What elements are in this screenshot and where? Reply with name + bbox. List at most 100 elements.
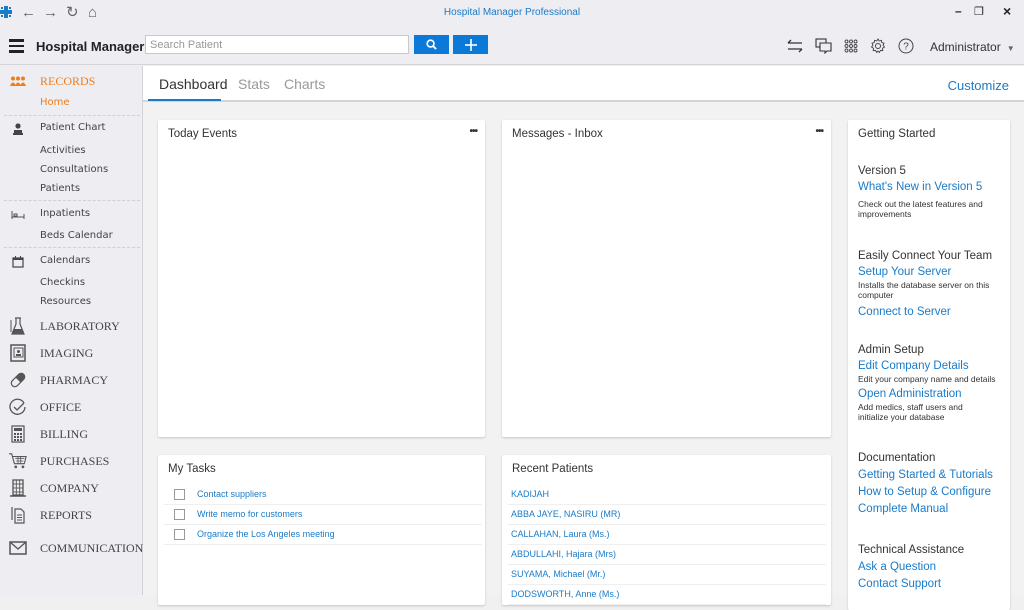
- sidebar-label: Patients: [40, 183, 81, 194]
- sidebar-item-calendars[interactable]: Calendars: [0, 253, 142, 269]
- tutorials-link[interactable]: Getting Started & Tutorials: [858, 469, 993, 481]
- open-administration-link[interactable]: Open Administration: [858, 388, 962, 400]
- task-row: Write memo for customers: [164, 505, 482, 525]
- more-options-icon[interactable]: •••: [469, 126, 477, 137]
- sidebar-item-inpatients[interactable]: Inpatients: [0, 206, 142, 222]
- task-checkbox[interactable]: [174, 529, 185, 540]
- task-link[interactable]: Write memo for customers: [197, 509, 302, 519]
- contact-support-link[interactable]: Contact Support: [858, 578, 941, 590]
- patient-link[interactable]: ABBA JAYE, NASIRU (MR): [511, 509, 620, 519]
- sidebar-item-records[interactable]: RECORDS: [0, 72, 142, 90]
- sidebar-label: Patient Chart: [40, 122, 106, 133]
- section-heading: Version 5: [858, 165, 906, 177]
- sidebar-label: Home: [40, 97, 70, 108]
- sidebar-item-home[interactable]: Home: [0, 95, 142, 111]
- setup-server-link[interactable]: Setup Your Server: [858, 266, 951, 278]
- envelope-icon: [9, 539, 27, 557]
- toolbar: Hospital Manager ? Administrator ▼: [0, 27, 1024, 65]
- gear-icon[interactable]: [869, 37, 887, 55]
- sidebar-item-resources[interactable]: Resources: [0, 294, 142, 310]
- card-title: Messages - Inbox: [512, 128, 603, 140]
- sidebar-label: Beds Calendar: [40, 230, 113, 241]
- sidebar: RECORDS Home Patient Chart Activities Co…: [0, 66, 143, 595]
- whats-new-link[interactable]: What's New in Version 5: [858, 181, 982, 193]
- patient-link[interactable]: CALLAHAN, Laura (Ms.): [511, 529, 610, 539]
- check-circle-icon: [9, 398, 27, 416]
- title-bar: ← → ↻ ⌂ Hospital Manager Professional – …: [0, 0, 1024, 27]
- task-row: Contact suppliers: [164, 485, 482, 505]
- menu-icon[interactable]: [9, 39, 24, 53]
- sidebar-item-imaging[interactable]: IMAGING: [0, 343, 142, 363]
- sidebar-item-office[interactable]: OFFICE: [0, 397, 142, 417]
- customize-link[interactable]: Customize: [948, 78, 1009, 93]
- building-icon: [9, 479, 27, 497]
- sidebar-label: BILLING: [40, 427, 88, 441]
- tab-stats[interactable]: Stats: [238, 76, 270, 92]
- today-events-card: Today Events •••: [158, 120, 485, 437]
- apps-grid-icon[interactable]: [842, 37, 860, 55]
- section-description: Installs the database server on this com…: [858, 280, 990, 300]
- patient-link[interactable]: ABDULLAHI, Hajara (Mrs): [511, 549, 616, 559]
- sidebar-label: REPORTS: [40, 508, 92, 522]
- restore-button[interactable]: ❐: [974, 4, 984, 20]
- patient-link[interactable]: DODSWORTH, Anne (Ms.): [511, 589, 619, 599]
- tab-charts[interactable]: Charts: [284, 76, 325, 92]
- getting-started-card: Getting Started Version 5 What's New in …: [848, 120, 1010, 610]
- sidebar-item-billing[interactable]: BILLING: [0, 424, 142, 444]
- card-title: Today Events: [168, 128, 238, 140]
- tab-dashboard[interactable]: Dashboard: [159, 76, 228, 92]
- patient-row: KADIJAH: [508, 485, 826, 505]
- divider: [4, 200, 140, 201]
- search-button[interactable]: [414, 35, 449, 54]
- task-link[interactable]: Contact suppliers: [197, 489, 267, 499]
- add-button[interactable]: [453, 35, 488, 54]
- patient-row: SUYAMA, Michael (Mr.): [508, 565, 826, 585]
- person-icon: [9, 120, 27, 138]
- chat-windows-icon[interactable]: [814, 37, 832, 55]
- messages-inbox-card: Messages - Inbox •••: [502, 120, 831, 437]
- image-frame-icon: [9, 344, 27, 362]
- svg-text:?: ?: [903, 42, 909, 53]
- section-heading: Documentation: [858, 452, 936, 464]
- sidebar-item-patients[interactable]: Patients: [0, 181, 142, 197]
- ask-question-link[interactable]: Ask a Question: [858, 561, 936, 573]
- cart-icon: [9, 452, 27, 470]
- sidebar-item-checkins[interactable]: Checkins: [0, 275, 142, 291]
- switch-icon[interactable]: [786, 37, 804, 55]
- sidebar-item-activities[interactable]: Activities: [0, 143, 142, 159]
- sidebar-item-reports[interactable]: REPORTS: [0, 505, 142, 525]
- sidebar-item-laboratory[interactable]: LABORATORY: [0, 316, 142, 336]
- setup-configure-link[interactable]: How to Setup & Configure: [858, 486, 991, 498]
- connect-server-link[interactable]: Connect to Server: [858, 306, 951, 318]
- sidebar-item-beds-calendar[interactable]: Beds Calendar: [0, 228, 142, 244]
- complete-manual-link[interactable]: Complete Manual: [858, 503, 948, 515]
- patient-link[interactable]: SUYAMA, Michael (Mr.): [511, 569, 605, 579]
- sidebar-item-communication[interactable]: COMMUNICATION: [0, 538, 144, 558]
- sidebar-item-purchases[interactable]: PURCHASES: [0, 451, 142, 471]
- sidebar-label: Inpatients: [40, 208, 91, 219]
- sidebar-item-patient-chart[interactable]: Patient Chart: [0, 120, 142, 136]
- close-button[interactable]: ×: [1003, 3, 1011, 19]
- sidebar-label: Activities: [40, 145, 86, 156]
- sidebar-item-consultations[interactable]: Consultations: [0, 162, 142, 178]
- minimize-button[interactable]: –: [955, 3, 962, 19]
- user-menu[interactable]: Administrator ▼: [930, 40, 1015, 54]
- task-checkbox[interactable]: [174, 509, 185, 520]
- sidebar-label: COMMUNICATION: [40, 541, 144, 555]
- sidebar-item-company[interactable]: COMPANY: [0, 478, 142, 498]
- sidebar-label: Resources: [40, 296, 92, 307]
- main-content: Dashboard Stats Charts Customize Today E…: [143, 66, 1024, 610]
- section-heading: Easily Connect Your Team: [858, 250, 993, 262]
- more-options-icon[interactable]: •••: [815, 126, 823, 137]
- sidebar-label: OFFICE: [40, 400, 82, 414]
- search-patient-input[interactable]: [145, 35, 409, 54]
- sidebar-label: PHARMACY: [40, 373, 109, 387]
- edit-company-link[interactable]: Edit Company Details: [858, 360, 969, 372]
- patient-row: ABBA JAYE, NASIRU (MR): [508, 505, 826, 525]
- sidebar-item-pharmacy[interactable]: PHARMACY: [0, 370, 142, 390]
- patient-link[interactable]: KADIJAH: [511, 489, 549, 499]
- people-icon: [9, 72, 27, 90]
- help-icon[interactable]: ?: [897, 37, 915, 55]
- task-checkbox[interactable]: [174, 489, 185, 500]
- task-link[interactable]: Organize the Los Angeles meeting: [197, 529, 335, 539]
